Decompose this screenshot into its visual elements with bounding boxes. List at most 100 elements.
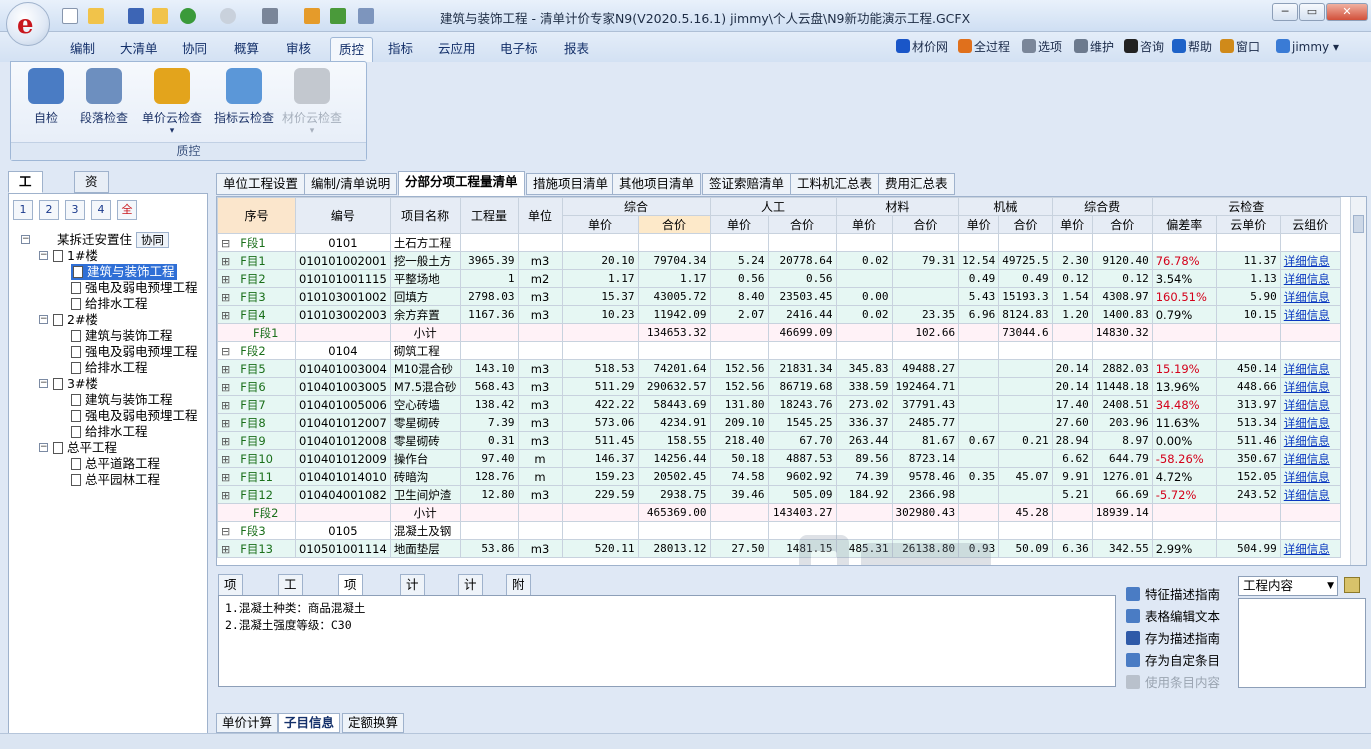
cell-qty[interactable]: 138.42 — [459, 395, 519, 414]
content-list-box[interactable] — [1238, 598, 1366, 688]
collapse-icon[interactable]: − — [21, 235, 30, 244]
cell-rg_hj[interactable]: 0.56 — [767, 269, 837, 288]
cell-zh_dj[interactable] — [561, 233, 639, 252]
menu-tab-0[interactable]: 编制 — [62, 37, 103, 62]
footer-tab-2[interactable]: 定额换算 — [342, 713, 405, 733]
cell-cloud[interactable]: 1.13 — [1215, 269, 1281, 288]
cell-zf_hj[interactable]: 644.79 — [1091, 449, 1153, 468]
table-row[interactable]: ⊞ F目12 010404001082 卫生间炉渣 12.80 m3 229.59 2938.… — [217, 485, 1341, 504]
cell-rg_dj[interactable]: 152.56 — [709, 359, 769, 378]
cell-zh_hj[interactable]: 2938.75 — [637, 485, 711, 504]
cell-rg_hj[interactable]: 86719.68 — [767, 377, 837, 396]
column-header[interactable]: 综合 — [561, 197, 711, 216]
cell-dev[interactable]: 4.72% — [1151, 467, 1217, 486]
cell-cl_hj[interactable]: 2485.77 — [891, 413, 960, 432]
column-header[interactable]: 编号 — [295, 197, 391, 234]
sheet-tab-4[interactable]: 其他项目清单 — [612, 173, 702, 195]
action-guide[interactable]: 特征描述指南 — [1126, 586, 1220, 604]
expand-icon[interactable]: ⊞ — [221, 453, 230, 466]
cell-zf_dj[interactable]: 20.14 — [1051, 377, 1093, 396]
cell-zf_hj[interactable]: 0.12 — [1091, 269, 1153, 288]
cell-zf_hj[interactable]: 4308.97 — [1091, 287, 1153, 306]
expand-icon[interactable]: ⊞ — [221, 417, 230, 430]
cell-code[interactable]: 010103002003 — [295, 305, 391, 324]
column-subheader[interactable]: 单价 — [561, 215, 639, 234]
cell-rg_hj[interactable] — [767, 341, 837, 360]
cell-rg_dj[interactable]: 74.58 — [709, 467, 769, 486]
cell-zh_dj[interactable]: 511.45 — [561, 431, 639, 450]
cell-unit[interactable] — [517, 341, 563, 360]
import-icon[interactable] — [330, 8, 346, 24]
cell-cloud[interactable] — [1215, 233, 1281, 252]
tree-item[interactable]: 总平园林工程 — [71, 472, 160, 488]
cell-cl_hj[interactable]: 2366.98 — [891, 485, 960, 504]
cell-zh_hj[interactable]: 4234.91 — [637, 413, 711, 432]
sheet-tab-0[interactable]: 单位工程设置 — [216, 173, 306, 195]
cell-zf_dj[interactable]: 20.14 — [1051, 359, 1093, 378]
table-row[interactable]: ⊞ F目2 010101001115 平整场地 1 m2 1.17 1.17 0.56 0.56 0… — [217, 269, 1341, 288]
cell-dev[interactable]: 2.99% — [1151, 539, 1217, 558]
cell-qty[interactable] — [459, 341, 519, 360]
cell-unit[interactable]: m3 — [517, 287, 563, 306]
toolbar-gear-button[interactable]: 选项 — [1022, 38, 1062, 56]
cell-jx_dj[interactable] — [958, 359, 1000, 378]
cell-name[interactable]: 砖暗沟 — [389, 467, 461, 486]
cell-rg_dj[interactable]: 218.40 — [709, 431, 769, 450]
expand-icon[interactable]: ⊞ — [221, 291, 230, 304]
cell-qty[interactable] — [459, 503, 519, 522]
cell-cl_dj[interactable]: 273.02 — [835, 395, 893, 414]
cell-cl_hj[interactable]: 81.67 — [891, 431, 960, 450]
cell-name[interactable]: 挖一般土方 — [389, 251, 461, 270]
column-header[interactable]: 项目名称 — [389, 197, 461, 234]
table-row[interactable]: ⊞ F目6 010401003005 M7.5混合砂 568.43 m3 511.29 290… — [217, 377, 1341, 396]
sheet-tab-2[interactable]: 分部分项工程量清单 — [398, 171, 525, 196]
cell-jx_hj[interactable] — [998, 413, 1053, 432]
feature-tab-0[interactable]: 项目名称 — [218, 574, 243, 652]
expand-icon[interactable]: ⊞ — [221, 399, 230, 412]
column-subheader[interactable]: 单价 — [709, 215, 769, 234]
chevron-down-icon[interactable]: ▾ — [137, 126, 207, 136]
feature-tab-4[interactable]: 计算式 — [458, 574, 483, 632]
undo-icon[interactable] — [180, 8, 196, 24]
table-row[interactable]: ⊞ F目9 010401012008 零星砌砖 0.31 m3 511.45 158.55 21… — [217, 431, 1341, 450]
cell-cl_hj[interactable]: 8723.14 — [891, 449, 960, 468]
cell-unit[interactable]: m3 — [517, 251, 563, 270]
cell-jx_dj[interactable] — [958, 341, 1000, 360]
cell-code[interactable]: 010401014010 — [295, 467, 391, 486]
cell-unit[interactable]: m3 — [517, 413, 563, 432]
cell-qty[interactable]: 1 — [459, 269, 519, 288]
cell-code[interactable]: 010101002001 — [295, 251, 391, 270]
cell-rg_hj[interactable]: 4887.53 — [767, 449, 837, 468]
detail-link[interactable]: 详细信息 — [1279, 287, 1341, 306]
cell-cl_dj[interactable]: 263.44 — [835, 431, 893, 450]
open-icon[interactable] — [88, 8, 104, 24]
cell-zf_hj[interactable] — [1091, 521, 1153, 540]
cell-zh_dj[interactable] — [561, 503, 639, 522]
cell-unit[interactable] — [517, 323, 563, 342]
detail-link[interactable]: 详细信息 — [1279, 377, 1341, 396]
cell-qty[interactable]: 0.31 — [459, 431, 519, 450]
cell-jx_dj[interactable] — [958, 503, 1000, 522]
cell-zh_hj[interactable]: 43005.72 — [637, 287, 711, 306]
cell-rg_dj[interactable] — [709, 323, 769, 342]
edit-icon[interactable] — [1344, 577, 1360, 593]
menu-tab-2[interactable]: 协同 — [174, 37, 215, 62]
cell-zf_hj[interactable]: 9120.40 — [1091, 251, 1153, 270]
toolbar-qq-button[interactable]: 咨询 — [1124, 38, 1164, 56]
cell-code[interactable] — [295, 503, 391, 522]
cell-unit[interactable]: m — [517, 467, 563, 486]
cell-zf_dj[interactable] — [1051, 521, 1093, 540]
table-row[interactable]: ⊟ F段1 0101 土石方工程 — [217, 233, 1341, 252]
cell-cl_dj[interactable] — [835, 269, 893, 288]
cell-zf_dj[interactable]: 27.60 — [1051, 413, 1093, 432]
cell-cloud[interactable]: 511.46 — [1215, 431, 1281, 450]
cell-dev[interactable]: 34.48% — [1151, 395, 1217, 414]
expand-icon[interactable]: ⊞ — [221, 471, 230, 484]
cell-zf_dj[interactable]: 9.91 — [1051, 467, 1093, 486]
expand-icon[interactable]: ⊞ — [221, 255, 230, 268]
detail-link[interactable]: 详细信息 — [1279, 485, 1341, 504]
cell-dev[interactable] — [1151, 341, 1217, 360]
cell-name[interactable]: 空心砖墙 — [389, 395, 461, 414]
table-row[interactable]: ⊞ F目7 010401005006 空心砖墙 138.42 m3 422.22 58443.… — [217, 395, 1341, 414]
cell-zh_hj[interactable] — [637, 341, 711, 360]
